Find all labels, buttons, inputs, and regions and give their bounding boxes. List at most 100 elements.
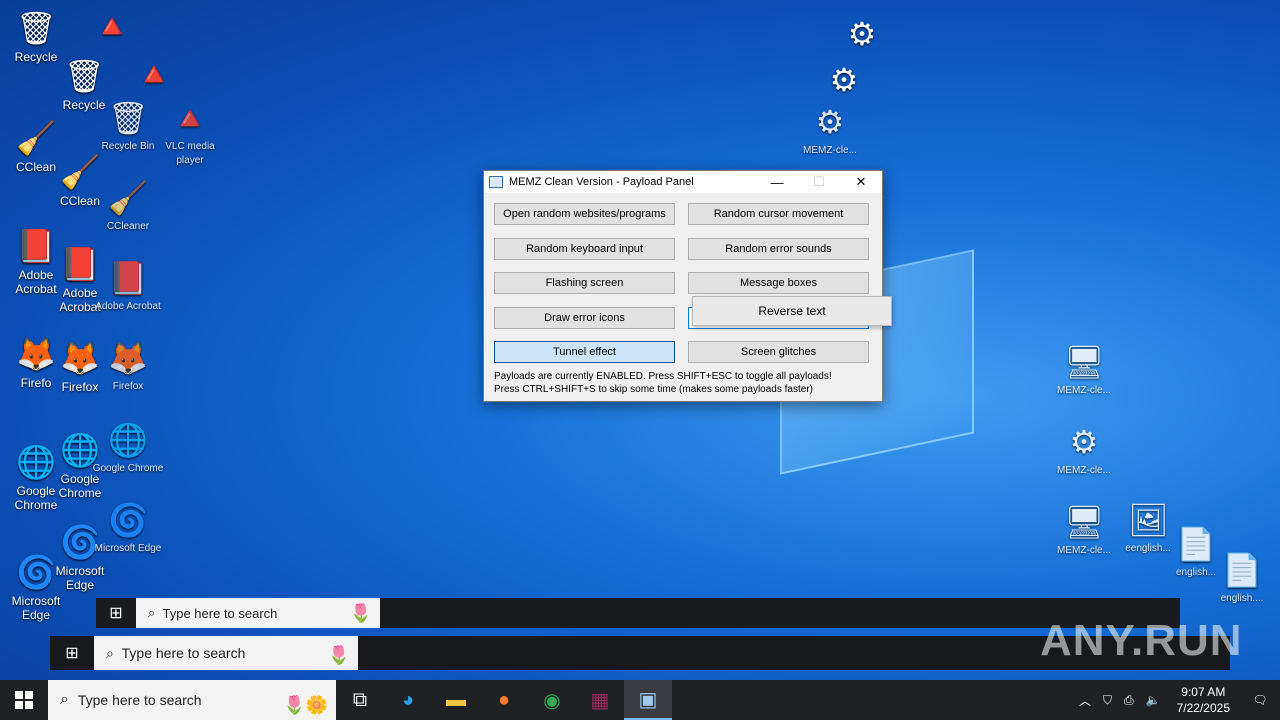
reverse-text-button[interactable]: Reverse text (692, 296, 892, 326)
desktop-icon-label: Google Chrome (92, 463, 164, 474)
desktop-icon-label: MEMZ-cle... (1057, 465, 1111, 476)
status-text: Payloads are currently ENABLED. Press SH… (494, 370, 832, 396)
notification-icon[interactable]: 🗨 (1240, 693, 1280, 707)
search-placeholder: Type here to search (77, 692, 202, 708)
desktop-icon-glyph: 🌐 (108, 422, 148, 458)
search-box-echo: ⌕ Type here to search 🌷 (94, 636, 358, 670)
status-line-2: Press CTRL+SHIFT+S to skip some time (ma… (494, 384, 813, 395)
desktop-icon[interactable]: 🖥 MEMZ-cle... (1048, 342, 1120, 398)
desktop-icon-glyph: 🖥 (1064, 504, 1105, 540)
anyrun-watermark: ANY.RUN (1040, 616, 1243, 665)
payload-button-random-cursor-movement[interactable]: Random cursor movement (688, 203, 869, 225)
clock-time: 9:07 AM (1181, 685, 1226, 699)
desktop-icon-glyph: ⚙ (847, 16, 877, 52)
minimize-button[interactable]: — (756, 175, 798, 190)
windows-start-icon: ⊞ (65, 645, 79, 662)
edge-icon[interactable]: ◕ (384, 680, 432, 720)
payload-button-screen-glitches[interactable]: Screen glitches (688, 341, 869, 363)
desktop-icon-glyph: 🖥 (1064, 344, 1105, 380)
desktop-icon-label: Adobe Acrobat (95, 301, 161, 312)
flowers-icon: 🌷 (327, 645, 350, 665)
taskbar: ⌕ Type here to search 🌷🌼 ⧉ ◕ ▬ ● ◉ ▦ ▣ ︿… (0, 680, 1280, 720)
desktop-icon-label: MEMZ-cle... (1057, 545, 1111, 556)
desktop-icon[interactable]: 🖥 MEMZ-cle... (1048, 502, 1120, 558)
file-explorer-icon[interactable]: ▬ (432, 680, 480, 720)
chrome-icon[interactable]: ◉ (528, 680, 576, 720)
maximize-button: ☐ (813, 174, 825, 189)
chevron-up-icon[interactable]: ︿ (1073, 692, 1097, 709)
search-icon: ⌕ (148, 605, 163, 620)
app-icon (489, 176, 503, 188)
desktop-icon[interactable]: 🌐 Google Chrome (92, 420, 164, 476)
desktop-icon-label: Google Chrome (58, 472, 102, 500)
desktop-icon[interactable]: 🔺 (76, 6, 148, 48)
desktop-icon-glyph: ⚙ (815, 104, 845, 140)
window-titlebar[interactable]: MEMZ Clean Version - Payload Panel — ☐ ✕ (484, 171, 882, 193)
flowers-icon: 🌷 (349, 603, 372, 623)
desktop-icon-label: VLC media player (165, 141, 215, 166)
search-icon: ⌕ (106, 644, 122, 661)
desktop-icon[interactable]: 🦊 Firefox (92, 338, 164, 394)
desktop-icon[interactable]: ⚙ (826, 14, 898, 56)
task-view-icon[interactable]: ⧉ (336, 680, 384, 720)
payload-button-open-random-websites-programs[interactable]: Open random websites/programs (494, 203, 675, 225)
window-title: MEMZ Clean Version - Payload Panel (509, 176, 694, 188)
payload-button-draw-error-icons[interactable]: Draw error icons (494, 306, 675, 329)
desktop-icon[interactable]: ⚙ (808, 60, 880, 102)
payload-button-message-boxes[interactable]: Message boxes (688, 272, 869, 294)
windows-logo-icon (15, 691, 33, 709)
search-placeholder: Type here to search (121, 645, 246, 661)
desktop-icon-label: Microsoft Edge (11, 594, 61, 622)
desktop-icon-glyph: ⚙ (1069, 424, 1099, 460)
desktop-icon-glyph: 🌀 (108, 502, 148, 538)
desktop-icon-label: Microsoft Edge (94, 543, 162, 554)
search-box-echo: ⌕ Type here to search 🌷 (136, 598, 380, 628)
payload-button-flashing-screen[interactable]: Flashing screen (494, 272, 675, 294)
flowers-icon: 🌷🌼 (283, 695, 328, 715)
clock-date: 7/22/2025 (1176, 701, 1230, 715)
desktop-icon-glyph: 📕 (108, 260, 148, 296)
windows-start-icon: ⊞ (109, 605, 123, 622)
desktop-icon-label: english.... (1220, 593, 1264, 604)
desktop-icon[interactable]: 🧹 CCleaner (92, 178, 164, 234)
desktop-icon[interactable]: 📄 english.... (1206, 550, 1278, 606)
desktop-icon-label: Microsoft Edge (55, 564, 105, 592)
desktop-icon-label: Recycle Bin (101, 141, 155, 152)
desktop-icon[interactable]: 📕 Adobe Acrobat (92, 258, 164, 314)
desktop-icon-glyph: 🧹 (108, 180, 148, 216)
desktop-icon-label: MEMZ-cle... (1057, 385, 1111, 396)
status-line-1: Payloads are currently ENABLED. Press SH… (494, 371, 832, 382)
desktop-icon[interactable]: ⚙ MEMZ-cle... (794, 102, 866, 158)
desktop-icon-label: CCleaner (106, 221, 150, 232)
taskbar-search-box[interactable]: ⌕ Type here to search 🌷🌼 (48, 680, 336, 720)
desktop-icon-label: MEMZ-cle... (803, 145, 857, 156)
desktop-icon-glyph: 🗑 (108, 100, 149, 136)
memz-payload-panel-window: MEMZ Clean Version - Payload Panel — ☐ ✕… (483, 170, 883, 402)
desktop-icon-label: Firefox (112, 381, 144, 392)
desktop-icon-glyph: 🦊 (108, 340, 148, 376)
search-placeholder: Type here to search (162, 605, 278, 621)
winrar-icon[interactable]: ▦ (576, 680, 624, 720)
desktop-icon-glyph: 🗑 (16, 10, 57, 46)
desktop-icon[interactable]: 🔺 VLC media player (154, 98, 226, 168)
close-button[interactable]: ✕ (840, 174, 882, 190)
firefox-icon[interactable]: ● (480, 680, 528, 720)
memz-taskbar-icon[interactable]: ▣ (624, 680, 672, 720)
clock[interactable]: 9:07 AM 7/22/2025 (1167, 684, 1240, 716)
desktop-icon-glyph: 📄 (1222, 552, 1262, 588)
desktop-icon-glyph: 🔺 (92, 8, 132, 44)
desktop-icon[interactable]: 🌀 Microsoft Edge (92, 500, 164, 556)
network-icon[interactable]: ⎙ (1118, 693, 1140, 708)
start-button[interactable] (0, 680, 48, 720)
desktop-icon[interactable]: ⚙ MEMZ-cle... (1048, 422, 1120, 478)
payload-button-tunnel-effect[interactable]: Tunnel effect (494, 341, 675, 363)
system-tray: ︿ ⛉ ⎙ 🔈 9:07 AM 7/22/2025 🗨 (1073, 680, 1280, 720)
desktop-icon[interactable]: 🔺 (118, 54, 190, 96)
desktop-icon-glyph: 🔺 (170, 100, 210, 136)
desktop-icon-glyph: 🗑 (64, 58, 105, 94)
security-icon[interactable]: ⛉ (1097, 693, 1118, 708)
volume-icon[interactable]: 🔈 (1140, 693, 1167, 707)
payload-button-random-error-sounds[interactable]: Random error sounds (688, 237, 869, 260)
payload-button-random-keyboard-input[interactable]: Random keyboard input (494, 237, 675, 260)
search-icon: ⌕ (60, 691, 78, 708)
